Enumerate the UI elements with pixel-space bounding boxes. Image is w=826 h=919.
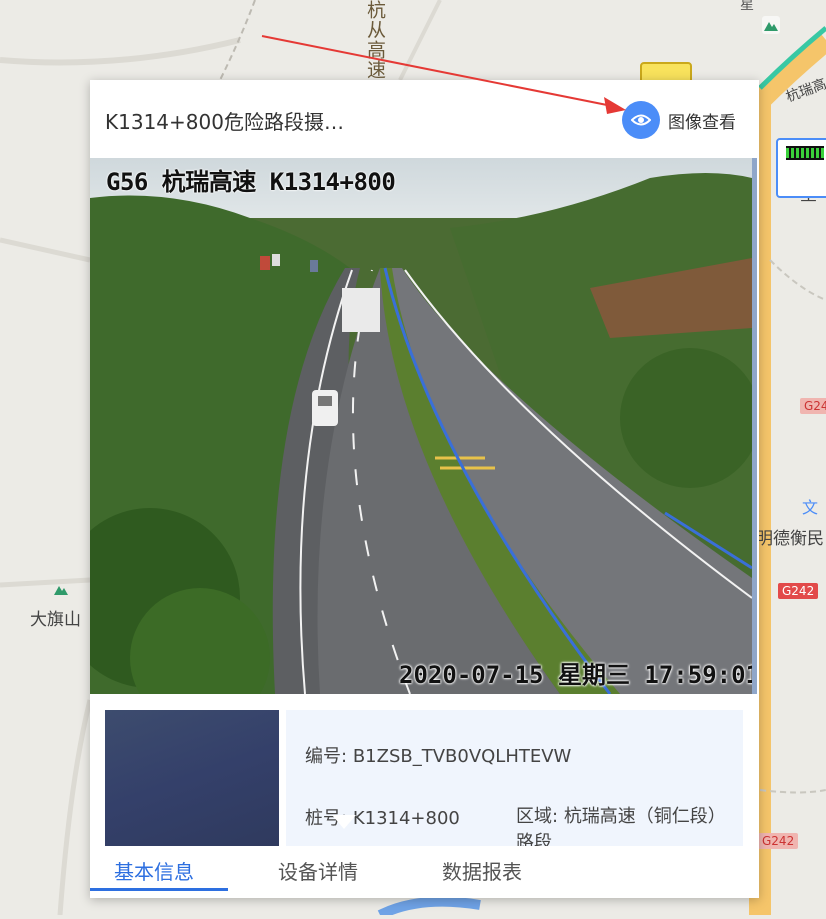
active-tab-indicator xyxy=(90,888,228,891)
highway-camera-image xyxy=(90,158,752,694)
eye-icon[interactable] xyxy=(622,101,660,139)
device-id-value: B1ZSB_TVB0VQLHTEVW xyxy=(352,746,572,767)
stake-row: 桩号: K1314+800 xyxy=(305,804,460,830)
tab-device-details[interactable]: 设备详情 xyxy=(278,856,358,894)
device-id-row: 编号: B1ZSB_TVB0VQLHTEVW xyxy=(305,742,571,768)
road-badge-g24: G24 xyxy=(800,398,826,414)
camera-popup: K1314+800危险路段摄… 图像查看 G56 杭瑞高速 K1314+800 … xyxy=(90,80,759,898)
left-place: 大旗山 xyxy=(30,610,81,630)
right-place: 明德衡民 xyxy=(756,529,824,549)
snapshot-thumbnail[interactable] xyxy=(105,710,279,846)
popup-pointer xyxy=(332,815,356,829)
device-id-key: 编号: xyxy=(305,746,348,767)
region-key: 区域: xyxy=(516,806,559,827)
road-vertical-label: 杭从高速 xyxy=(364,0,386,80)
stake-value: K1314+800 xyxy=(352,808,460,829)
image-view-label: 图像查看 xyxy=(668,112,736,133)
camera-overlay-location: G56 杭瑞高速 K1314+800 xyxy=(106,168,396,196)
svg-text:文: 文 xyxy=(802,498,818,516)
map-top-label: 星 xyxy=(740,0,754,13)
image-view-button[interactable]: 图像查看 xyxy=(622,101,736,139)
popup-tabs: 基本信息 设备详情 数据报表 xyxy=(90,846,759,898)
mountain-icon xyxy=(762,16,780,34)
tab-data-report[interactable]: 数据报表 xyxy=(442,856,522,894)
popup-scrollbar[interactable] xyxy=(752,158,757,694)
mountain-icon xyxy=(54,586,68,595)
camera-snapshot[interactable]: G56 杭瑞高速 K1314+800 2020-07-15 星期三 17:59:… xyxy=(90,158,752,694)
school-icon: 文 xyxy=(802,498,818,516)
led-sign-icon[interactable] xyxy=(776,138,826,198)
road-badge-g242: G242 xyxy=(778,583,819,599)
camera-overlay-timestamp: 2020-07-15 星期三 17:59:01 xyxy=(399,661,752,689)
region-row: 区域: 杭瑞高速（铜仁段）路段 xyxy=(516,804,726,846)
road-badge-g242-lower: G242 xyxy=(758,833,799,849)
popup-title: K1314+800危险路段摄… xyxy=(105,110,344,134)
